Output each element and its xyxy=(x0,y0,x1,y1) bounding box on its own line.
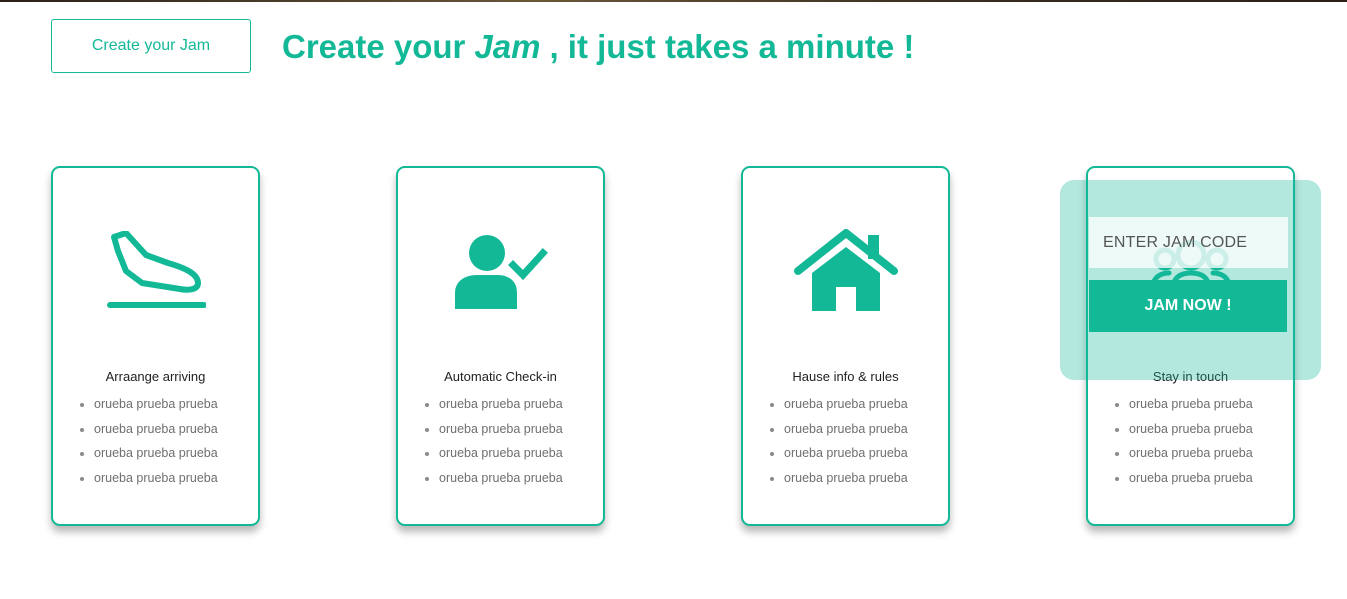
card-title: Arraange arriving xyxy=(105,369,206,384)
list-item: orueba prueba prueba xyxy=(422,421,563,446)
list-item: orueba prueba prueba xyxy=(77,396,218,421)
list-item: orueba prueba prueba xyxy=(77,421,218,446)
list-item: orueba prueba prueba xyxy=(767,445,908,470)
home-icon xyxy=(743,226,948,316)
feature-card-arriving: Arraange arriving orueba prueba prueba o… xyxy=(51,166,260,526)
list-item: orueba prueba prueba xyxy=(767,396,908,421)
jam-now-button[interactable]: JAM NOW ! xyxy=(1089,280,1287,332)
list-item: orueba prueba prueba xyxy=(77,470,218,495)
feature-card-checkin: Automatic Check-in orueba prueba prueba … xyxy=(396,166,605,526)
list-item: orueba prueba prueba xyxy=(767,421,908,446)
card-feature-list: orueba prueba prueba orueba prueba prueb… xyxy=(422,396,563,494)
card-feature-list: orueba prueba prueba orueba prueba prueb… xyxy=(77,396,218,494)
list-item: orueba prueba prueba xyxy=(77,445,218,470)
headline-emphasis: Jam xyxy=(474,28,541,65)
card-feature-list: orueba prueba prueba orueba prueba prueb… xyxy=(767,396,908,494)
card-feature-list: orueba prueba prueba orueba prueba prueb… xyxy=(1112,396,1253,494)
list-item: orueba prueba prueba xyxy=(1112,470,1253,495)
list-item: orueba prueba prueba xyxy=(1112,421,1253,446)
list-item: orueba prueba prueba xyxy=(1112,445,1253,470)
headline-suffix: , it just takes a minute ! xyxy=(549,28,915,65)
page-headline: Create your Jam , it just takes a minute… xyxy=(282,25,914,69)
feature-card-house-info: Hause info & rules orueba prueba prueba … xyxy=(741,166,950,526)
headline-prefix: Create your xyxy=(282,28,466,65)
card-title: Automatic Check-in xyxy=(444,369,557,384)
card-title: Hause info & rules xyxy=(792,369,899,384)
top-image-strip xyxy=(0,0,1347,2)
user-check-icon xyxy=(398,226,603,316)
create-jam-button[interactable]: Create your Jam xyxy=(51,19,251,73)
list-item: orueba prueba prueba xyxy=(422,445,563,470)
list-item: orueba prueba prueba xyxy=(422,396,563,421)
plane-landing-icon xyxy=(53,226,258,316)
list-item: orueba prueba prueba xyxy=(767,470,908,495)
jam-code-input[interactable] xyxy=(1089,217,1288,268)
list-item: orueba prueba prueba xyxy=(1112,396,1253,421)
list-item: orueba prueba prueba xyxy=(422,470,563,495)
